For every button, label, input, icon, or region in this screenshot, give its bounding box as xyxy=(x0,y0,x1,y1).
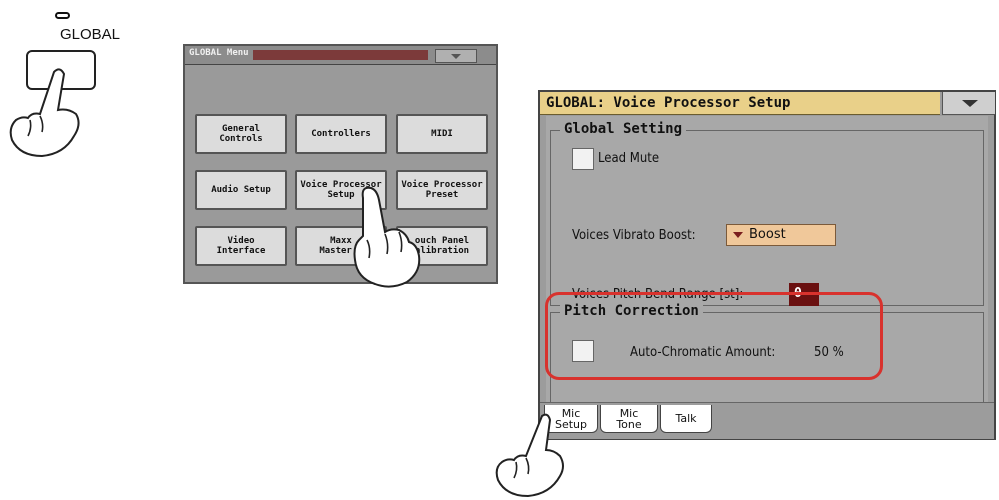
global-led-indicator xyxy=(55,12,70,19)
tab-strip: Mic Setup Mic Tone Talk xyxy=(540,402,994,439)
menu-button-midi[interactable]: MIDI xyxy=(396,114,488,154)
vibrato-boost-label: Voices Vibrato Boost: xyxy=(572,228,696,243)
pointing-hand-icon xyxy=(353,186,421,288)
dropdown-arrow-icon xyxy=(733,232,743,238)
global-menu-title: GLOBAL Menu xyxy=(189,48,249,58)
tab-mic-tone[interactable]: Mic Tone xyxy=(600,405,658,433)
panel-title: GLOBAL: Voice Processor Setup xyxy=(546,95,791,111)
menu-dropdown-button[interactable] xyxy=(435,49,477,63)
title-bar-stripe xyxy=(253,50,428,60)
lead-mute-label: Lead Mute xyxy=(598,151,660,166)
highlight-circle xyxy=(545,292,883,380)
menu-button-controllers[interactable]: Controllers xyxy=(295,114,387,154)
lead-mute-checkbox[interactable] xyxy=(572,148,594,170)
voice-processor-setup-screen: GLOBAL: Voice Processor Setup Global Set… xyxy=(538,90,996,440)
vibrato-boost-dropdown[interactable]: Boost xyxy=(726,224,836,246)
panel-title-bar: GLOBAL: Voice Processor Setup xyxy=(540,92,940,115)
global-menu-screen: GLOBAL Menu General Controls Controllers… xyxy=(183,44,498,284)
pointing-hand-icon xyxy=(495,413,564,498)
global-setting-title: Global Setting xyxy=(560,121,687,137)
tab-talk[interactable]: Talk xyxy=(660,405,712,433)
global-button-label: GLOBAL xyxy=(60,26,121,43)
vibrato-boost-value: Boost xyxy=(749,227,786,242)
panel-dropdown-button[interactable] xyxy=(942,92,995,115)
menu-button-general-controls[interactable]: General Controls xyxy=(195,114,287,154)
pointing-hand-icon xyxy=(9,68,80,158)
menu-button-video-interface[interactable]: Video Interface xyxy=(195,226,287,266)
menu-button-audio-setup[interactable]: Audio Setup xyxy=(195,170,287,210)
global-menu-title-bar: GLOBAL Menu xyxy=(185,46,496,65)
